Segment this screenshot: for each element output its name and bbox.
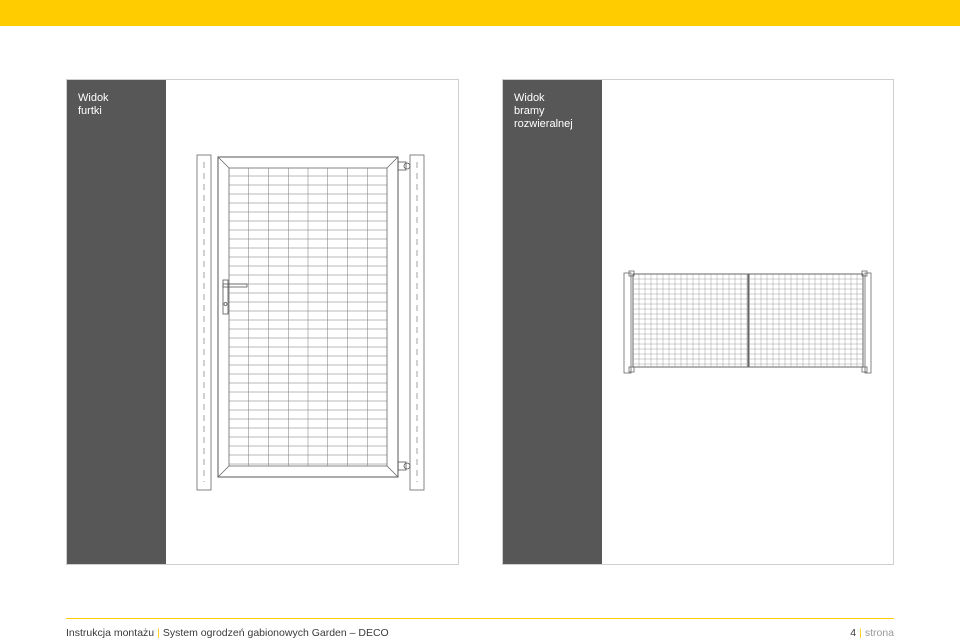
gate-leaf-right: [748, 273, 864, 368]
page-label: strona: [864, 627, 894, 639]
wicket-sidebar: Widok furtki: [67, 80, 166, 564]
gate-leaf-left: [632, 273, 749, 368]
gate-hinge-right-bottom: [861, 366, 868, 373]
wicket-hinge-bottom: [397, 461, 407, 471]
gate-right-post: [864, 272, 872, 374]
footer-title: Instrukcja montażu | System ogrodzeń gabio…: [66, 627, 389, 639]
wicket-title-line2: furtki: [78, 105, 102, 117]
wicket-handle-plate: [222, 279, 229, 315]
wicket-hinge-top: [397, 161, 407, 171]
wicket-mesh: [229, 168, 387, 466]
page-separator: |: [859, 627, 862, 639]
top-accent-bar: [0, 0, 960, 26]
gate-hinge-left-bottom: [628, 366, 635, 373]
wicket-handle: [222, 283, 248, 288]
gate-left-post: [623, 272, 632, 374]
gate-drawing: [623, 270, 872, 374]
gate-title: Widok bramy rozwieralnej: [514, 92, 598, 131]
gate-title-line3: rozwieralnej: [514, 118, 573, 130]
footer-manual: Instrukcja montażu: [66, 627, 155, 639]
wicket-drawing: [196, 154, 425, 491]
gate-view-panel: Widok bramy rozwieralnej: [502, 79, 894, 565]
wicket-title-line1: Widok: [78, 92, 109, 104]
footer-system: System ogrodzeń gabionowych Garden – DEC…: [162, 627, 389, 639]
footer-separator: |: [157, 627, 160, 639]
gate-title-line2: bramy: [514, 105, 545, 117]
wicket-title: Widok furtki: [78, 92, 162, 118]
footer-page: 4 | strona: [850, 627, 894, 639]
gate-sidebar: Widok bramy rozwieralnej: [503, 80, 602, 564]
gate-title-line1: Widok: [514, 92, 545, 104]
wicket-view-panel: Widok furtki: [66, 79, 459, 565]
footer-divider: [66, 618, 894, 619]
